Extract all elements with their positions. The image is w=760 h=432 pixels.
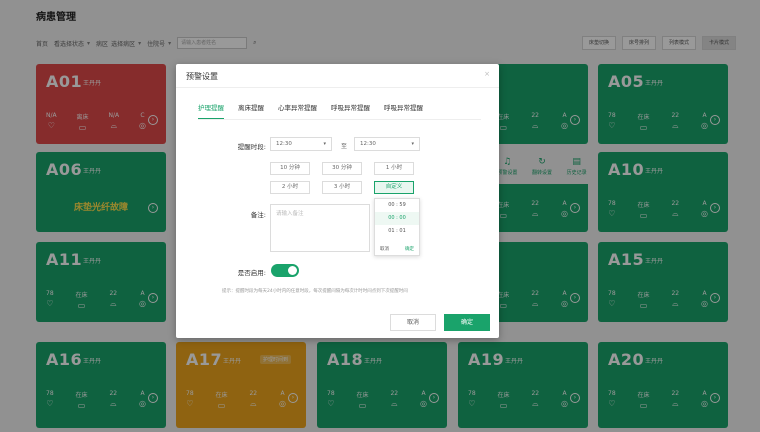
custom-time-dropdown: 00 : 59 00 : 00 01 : 01 取消 确定 [374,198,420,256]
time-option[interactable]: 01 : 01 [375,225,419,238]
preset-10min-button[interactable]: 10 分钟 [270,162,310,175]
chevron-down-icon: ▾ [411,141,414,147]
hint-text: 提示：提醒时段为每天24小时内的任意时段，每次提醒间隔为每次计时时间点到下次提醒… [222,289,408,294]
preset-1h-button[interactable]: 1 小时 [374,162,414,175]
dropdown-footer: 取消 确定 [380,246,414,252]
time-from-select[interactable]: 12:30 ▾ [270,137,332,151]
chevron-down-icon: ▾ [323,141,326,147]
range-separator: 至 [341,143,348,150]
modal-title: 预警设置 [186,72,218,81]
toggle-knob [288,266,297,275]
time-range-label: 提醒时段: [237,143,266,151]
time-to-select[interactable]: 12:30 ▾ [354,137,420,151]
cancel-button[interactable]: 取消 [390,314,436,331]
enable-toggle[interactable] [271,264,299,277]
time-option[interactable]: 00 : 59 [375,199,419,212]
confirm-button[interactable]: 确定 [444,314,490,331]
enable-label: 是否启用: [237,269,266,277]
modal-header: 预警设置 × [176,64,499,88]
alert-tabs: 护理提醒 离床提醒 心率异常提醒 呼吸异常提醒 呼吸异常提醒 [198,102,423,120]
time-option-selected[interactable]: 00 : 00 [375,212,419,225]
remark-textarea[interactable]: 请输入备注 [270,204,370,252]
time-to-value: 12:30 [360,141,376,147]
time-from-value: 12:30 [276,141,292,147]
tab-leave-bed-reminder[interactable]: 离床提醒 [238,102,264,120]
tab-heart-rate-reminder[interactable]: 心率异常提醒 [278,102,317,120]
tab-breath-reminder-2[interactable]: 呼吸异常提醒 [384,102,423,120]
preset-3h-button[interactable]: 3 小时 [322,181,362,194]
dropdown-ok-button[interactable]: 确定 [405,246,414,252]
preset-custom-button[interactable]: 自定义 [374,181,414,194]
close-icon[interactable]: × [484,70,490,78]
preset-2h-button[interactable]: 2 小时 [270,181,310,194]
tab-nursing-reminder[interactable]: 护理提醒 [198,102,224,120]
remark-label: 备注: [250,211,266,219]
tab-breath-reminder[interactable]: 呼吸异常提醒 [331,102,370,120]
tabs-divider [198,119,481,120]
dropdown-cancel-button[interactable]: 取消 [380,246,389,252]
alert-settings-modal: 预警设置 × 护理提醒 离床提醒 心率异常提醒 呼吸异常提醒 呼吸异常提醒 提醒… [176,64,499,338]
preset-30min-button[interactable]: 30 分钟 [322,162,362,175]
